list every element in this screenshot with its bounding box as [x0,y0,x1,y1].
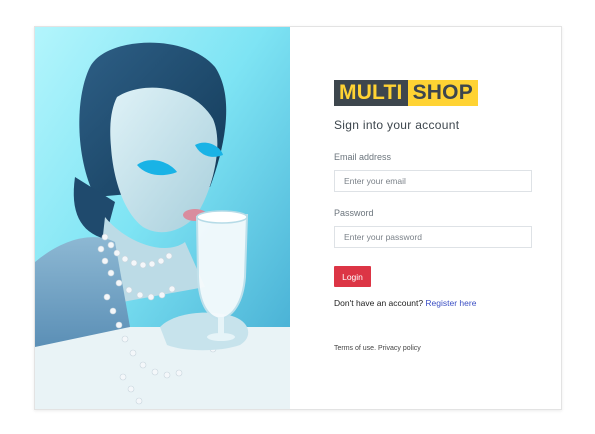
register-prompt-text: Don't have an account? [334,298,424,308]
password-input[interactable] [334,226,532,248]
hero-photo-illustration [35,27,290,409]
email-label: Email address [334,152,392,162]
page-title: Sign into your account [334,118,460,132]
brand-logo[interactable]: MULTI SHOP [334,80,478,106]
privacy-policy-link[interactable]: Privacy policy [378,345,421,352]
register-link[interactable]: Register here [425,298,476,308]
footer-links: Terms of use. Privacy policy [334,345,421,352]
hero-image [35,27,290,409]
logo-multi-text: MULTI [334,80,408,106]
register-prompt: Don't have an account? Register here [334,298,476,308]
login-button[interactable]: Login [334,266,371,287]
login-card: MULTI SHOP Sign into your account Email … [34,26,562,410]
login-form-panel: MULTI SHOP Sign into your account Email … [290,27,561,409]
password-label: Password [334,208,374,218]
terms-of-use-link[interactable]: Terms of use. [334,345,376,352]
email-input[interactable] [334,170,532,192]
logo-shop-text: SHOP [407,80,478,106]
